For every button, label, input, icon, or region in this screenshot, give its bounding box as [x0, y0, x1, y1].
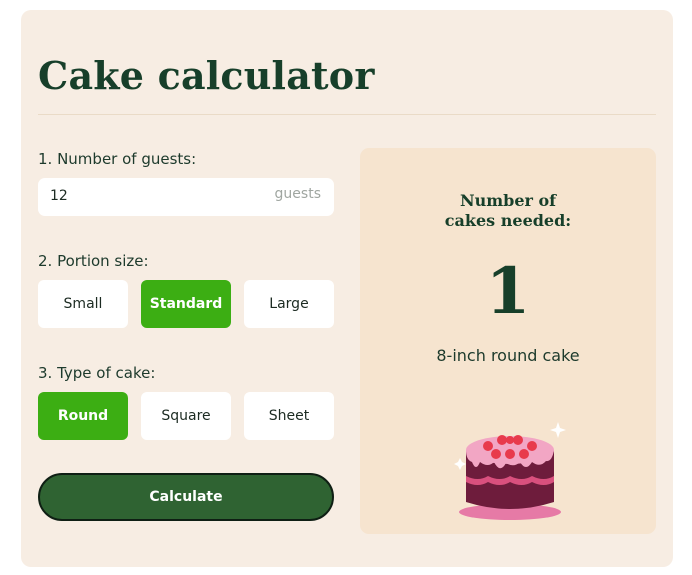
cake-type-round-button[interactable]: Round	[38, 392, 128, 440]
result-heading: Number of cakes needed:	[360, 191, 656, 231]
result-heading-line1: Number of	[459, 191, 557, 210]
cakes-needed-count: 1	[485, 254, 531, 329]
guests-label: 1. Number of guests:	[38, 150, 197, 168]
guests-input[interactable]: 12 guests	[38, 178, 334, 216]
cake-type-sheet-button[interactable]: Sheet	[244, 392, 334, 440]
portion-standard-button[interactable]: Standard	[141, 280, 231, 328]
result-heading-line2: cakes needed:	[444, 211, 572, 230]
calculate-button[interactable]: Calculate	[38, 473, 334, 521]
cake-type-square-button[interactable]: Square	[141, 392, 231, 440]
portion-large-button[interactable]: Large	[244, 280, 334, 328]
portion-small-button[interactable]: Small	[38, 280, 128, 328]
cake-size-description: 8-inch round cake	[436, 346, 580, 365]
portion-label: 2. Portion size:	[38, 252, 149, 270]
guests-unit-suffix: guests	[274, 186, 321, 202]
guests-input-value[interactable]: 12	[50, 188, 68, 204]
cake-calculator-card: Cake calculator 1. Number of guests: 12 …	[21, 10, 673, 567]
layered-cake-icon	[454, 422, 566, 520]
page-title: Cake calculator	[38, 53, 375, 98]
result-panel: Number of cakes needed: 1 8-inch round c…	[360, 148, 656, 534]
cake-type-label: 3. Type of cake:	[38, 364, 156, 382]
title-divider	[38, 114, 656, 115]
